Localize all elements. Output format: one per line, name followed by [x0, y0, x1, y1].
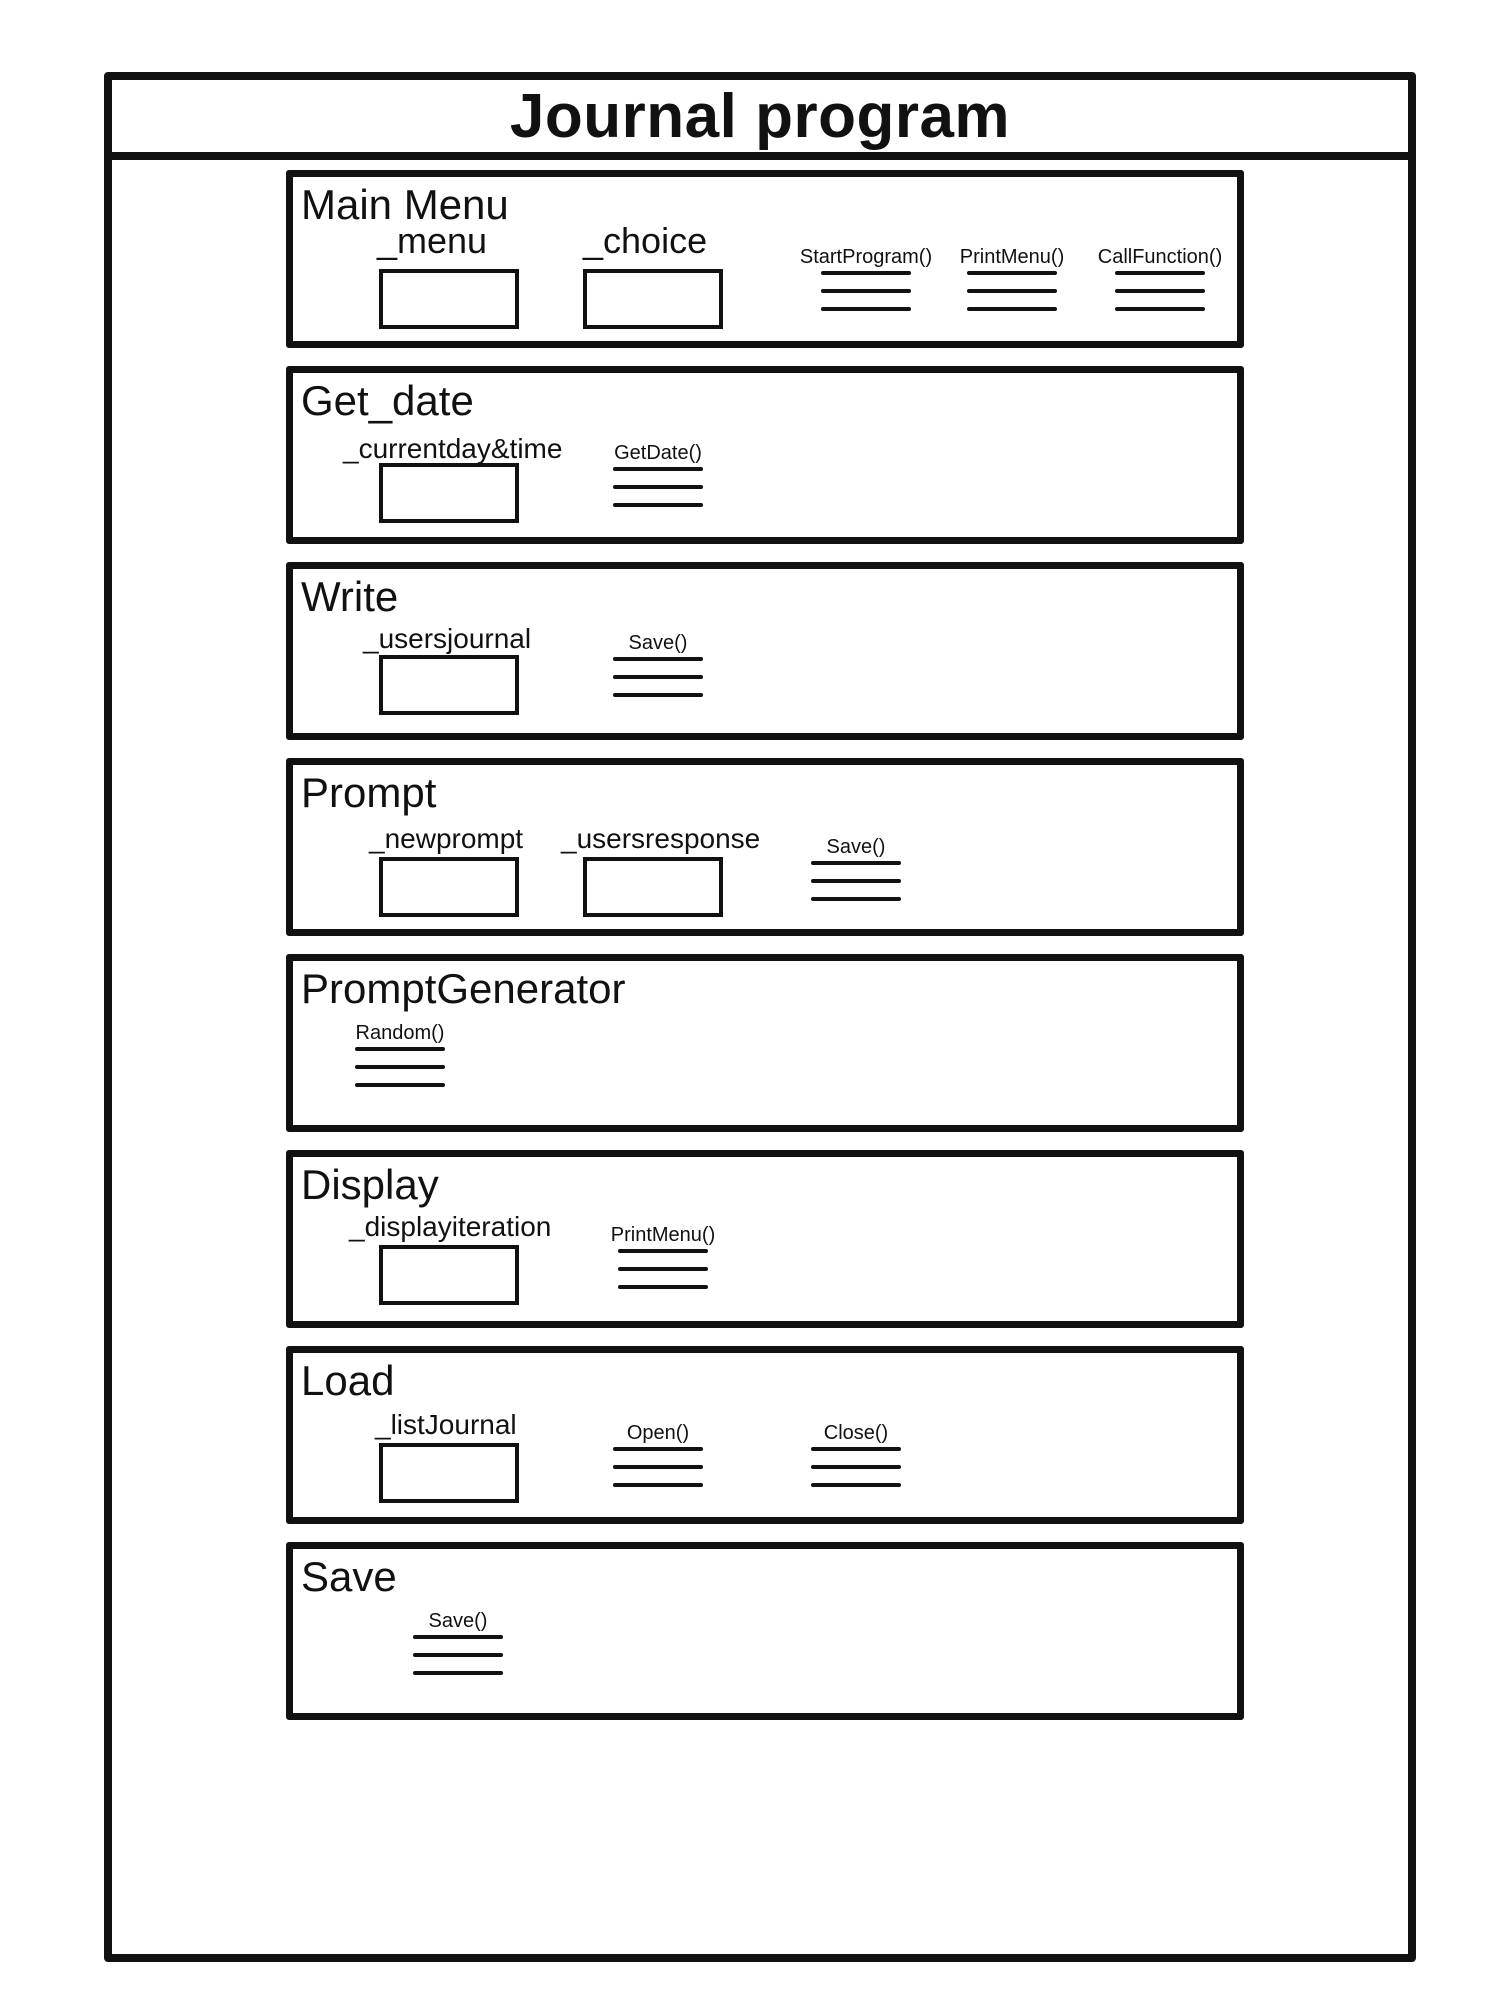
field-box	[379, 857, 519, 917]
field-label: _listJournal	[375, 1409, 517, 1440]
panel-title: Load	[301, 1357, 395, 1404]
method-stub: Close()	[801, 1421, 911, 1487]
panel-title: PromptGenerator	[301, 965, 626, 1012]
field-box	[583, 269, 723, 329]
class-panel-write: Write _usersjournal Save()	[286, 562, 1244, 740]
method-body-lines	[811, 861, 901, 901]
panel-title: Prompt	[301, 769, 437, 816]
method-stub: Save()	[801, 835, 911, 901]
method-body-lines	[613, 467, 703, 507]
method-body-lines	[413, 1635, 503, 1675]
method-label: GetDate()	[614, 442, 702, 464]
field-label: _currentday&time	[343, 433, 563, 464]
method-label: Open()	[626, 1422, 690, 1444]
method-stub: StartProgram()	[791, 245, 941, 311]
field-label: _usersjournal	[363, 623, 532, 654]
field-box	[379, 1245, 519, 1305]
class-panel-get-date: Get_date _currentday&time GetDate()	[286, 366, 1244, 544]
method-label: Random()	[355, 1022, 445, 1044]
class-panel-prompt: Prompt _newprompt _usersresponse Save()	[286, 758, 1244, 936]
method-stub: Save()	[403, 1609, 513, 1675]
method-stub: PrintMenu()	[603, 1223, 723, 1289]
class-panel-save: Save Save()	[286, 1542, 1244, 1720]
panel-title: Write	[301, 573, 399, 620]
class-panel-load: Load _listJournal Open() Close()	[286, 1346, 1244, 1524]
method-body-lines	[613, 1447, 703, 1487]
class-panel-prompt-generator: PromptGenerator Random()	[286, 954, 1244, 1132]
field-box	[379, 463, 519, 523]
field-box	[583, 857, 723, 917]
field-box	[379, 655, 519, 715]
method-body-lines	[821, 271, 911, 311]
method-body-lines	[1115, 271, 1205, 311]
field-label: _newprompt	[369, 823, 524, 854]
method-label: CallFunction()	[1097, 246, 1223, 268]
field-label: _displayiteration	[349, 1211, 552, 1242]
method-label: PrintMenu()	[959, 246, 1065, 268]
diagram-title: Journal program	[509, 82, 1011, 151]
title-bar: Journal program	[112, 80, 1408, 160]
method-stub: PrintMenu()	[947, 245, 1077, 311]
panel-title: Get_date	[301, 377, 474, 424]
method-stub: GetDate()	[603, 441, 713, 507]
method-label: Close()	[823, 1422, 889, 1444]
method-body-lines	[355, 1047, 445, 1087]
method-stub: CallFunction()	[1085, 245, 1235, 311]
field-label: _menu	[377, 220, 488, 261]
field-label: _usersresponse	[561, 823, 761, 854]
field-box	[379, 269, 519, 329]
method-stub: Random()	[345, 1021, 455, 1087]
method-label: Save()	[826, 836, 886, 858]
class-panel-display: Display _displayiteration PrintMenu()	[286, 1150, 1244, 1328]
method-body-lines	[613, 657, 703, 697]
method-label: StartProgram()	[799, 246, 933, 268]
method-body-lines	[967, 271, 1057, 311]
method-body-lines	[811, 1447, 901, 1487]
field-box	[379, 1443, 519, 1503]
method-stub: Save()	[603, 631, 713, 697]
panel-title: Save	[301, 1553, 397, 1600]
method-label: Save()	[428, 1610, 488, 1632]
panel-title: Display	[301, 1161, 439, 1208]
class-panel-main-menu: Main Menu _menu _choice StartProgram() P…	[286, 170, 1244, 348]
field-label: _choice	[583, 220, 708, 261]
method-label: PrintMenu()	[610, 1224, 716, 1246]
method-label: Save()	[628, 632, 688, 654]
method-body-lines	[618, 1249, 708, 1289]
method-stub: Open()	[603, 1421, 713, 1487]
